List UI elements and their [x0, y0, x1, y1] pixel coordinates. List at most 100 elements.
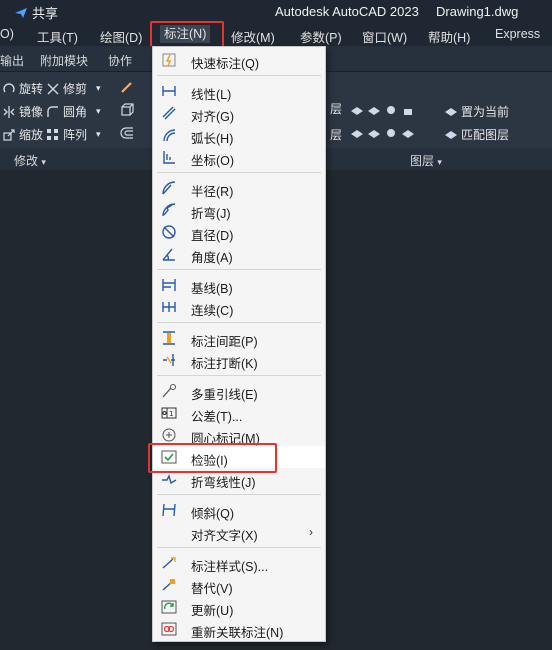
fillet-icon — [47, 105, 58, 117]
layer-previous-icon[interactable] — [350, 126, 364, 140]
menu-arc-length[interactable]: 弧长(H) — [153, 124, 325, 146]
menu-item-tools[interactable]: 工具(T) — [37, 27, 78, 46]
document-title: Drawing1.dwg — [436, 4, 519, 19]
menu-separator — [157, 547, 321, 548]
menu-label: 半径(R) — [191, 185, 234, 199]
menu-aligned[interactable]: 对齐(G) — [153, 102, 325, 124]
continue-icon — [162, 302, 176, 312]
menu-label: 标注间距(P) — [191, 335, 258, 349]
menu-label: 弧长(H) — [191, 132, 234, 146]
menu-continue[interactable]: 连续(C) — [153, 296, 325, 318]
menu-bar: O) 工具(T) 绘图(D) 标注(N) 修改(M) 参数(P) 窗口(W) 帮… — [0, 22, 552, 46]
layer-merge-icon[interactable] — [401, 126, 415, 140]
rotate-icon — [3, 82, 15, 92]
menu-jogged[interactable]: 折弯(J) — [153, 199, 325, 221]
angular-icon — [162, 248, 175, 261]
layer-freeze-icon[interactable] — [384, 103, 398, 117]
oblique-icon — [162, 503, 176, 517]
trim-tool[interactable]: 修剪 ▾ — [46, 80, 101, 97]
menu-item-parametric[interactable]: 参数(P) — [300, 27, 342, 46]
match-layer-icon — [445, 130, 457, 139]
linear-dimension-icon — [162, 86, 176, 96]
radius-icon — [162, 181, 176, 195]
rotate-tool[interactable]: 旋转 — [2, 80, 43, 97]
menu-oblique[interactable]: 倾斜(Q) — [153, 499, 325, 521]
menu-diameter[interactable]: 直径(D) — [153, 221, 325, 243]
menu-ordinate[interactable]: 坐标(O) — [153, 146, 325, 168]
menu-label: 倾斜(Q) — [191, 507, 235, 521]
menu-radius[interactable]: 半径(R) — [153, 177, 325, 199]
menu-item-modify[interactable]: 修改(M) — [231, 27, 275, 46]
menu-override[interactable]: 替代(V) — [153, 574, 325, 596]
chevron-down-icon: ▾ — [96, 106, 101, 116]
array-tool[interactable]: 阵列 ▾ — [46, 126, 101, 143]
menu-dimension-style[interactable]: 标注样式(S)... — [153, 552, 325, 574]
menu-label: 直径(D) — [191, 229, 234, 243]
offset-tool[interactable] — [120, 126, 134, 140]
pencil-tool[interactable] — [120, 80, 134, 94]
tab-addins[interactable]: 附加模块 — [40, 52, 88, 69]
layer-walk-icon[interactable] — [367, 126, 381, 140]
menu-label: 公差(T)... — [191, 410, 243, 424]
menu-update[interactable]: 更新(U) — [153, 596, 325, 618]
menu-baseline[interactable]: 基线(B) — [153, 274, 325, 296]
dimension-style-icon — [162, 557, 176, 569]
mirror-label: 镜像 — [19, 105, 44, 119]
menu-label: 线性(L) — [191, 88, 232, 102]
layer-panel-label[interactable]: 图层 ▾ — [410, 152, 442, 169]
menu-item-format[interactable]: O) — [0, 27, 14, 41]
match-layer-label: 匹配图层 — [461, 128, 510, 142]
share-button[interactable]: 共享 — [14, 3, 58, 22]
layer-isolate-icon[interactable] — [367, 103, 381, 117]
reassociate-icon — [161, 622, 177, 636]
menu-separator — [157, 75, 321, 76]
menu-reassociate[interactable]: 重新关联标注(N) — [153, 618, 325, 640]
offset-icon — [120, 127, 133, 139]
menu-align-text[interactable]: 对齐文字(X) › — [153, 521, 325, 543]
menu-label: 连续(C) — [191, 304, 234, 318]
quick-dimension-icon — [162, 53, 176, 67]
jogged-linear-icon — [162, 474, 177, 485]
menu-item-window[interactable]: 窗口(W) — [362, 27, 407, 46]
scale-icon — [3, 128, 15, 141]
baseline-icon — [162, 279, 176, 291]
cube-tool[interactable] — [120, 103, 134, 117]
layer-state-icon[interactable] — [350, 103, 364, 117]
ordinate-icon — [163, 151, 175, 164]
menu-dimension-break[interactable]: 标注打断(K) — [153, 349, 325, 371]
tolerance-icon: 1 — [161, 407, 177, 419]
scale-tool[interactable]: 缩放 — [2, 126, 43, 143]
arc-length-icon — [163, 129, 176, 142]
layer-lock-icon[interactable] — [401, 103, 415, 117]
menu-label: 快速标注(Q) — [191, 57, 260, 71]
update-icon — [161, 600, 177, 614]
menu-tolerance[interactable]: 1 公差(T)... — [153, 402, 325, 424]
tab-output[interactable]: 输出 — [0, 52, 24, 69]
fillet-tool[interactable]: 圆角 ▾ — [46, 103, 101, 120]
scale-label: 缩放 — [19, 128, 44, 142]
mirror-tool[interactable]: 镜像 — [2, 103, 43, 120]
dimension-space-icon — [163, 331, 175, 345]
menu-dimension-space[interactable]: 标注间距(P) — [153, 327, 325, 349]
partial-layer-tool-2[interactable]: 层 — [330, 126, 342, 143]
menu-separator — [157, 375, 321, 376]
match-layer-button[interactable]: 匹配图层 — [444, 126, 509, 143]
partial-layer-label: 层 — [330, 102, 343, 116]
menu-multileader[interactable]: 多重引线(E) — [153, 380, 325, 402]
dimension-dropdown-menu: 快速标注(Q) 线性(L) 对齐(G) 弧长(H) 坐标(O) 半径(R) 折弯… — [152, 46, 326, 642]
aligned-dimension-icon — [162, 106, 176, 120]
menu-item-express[interactable]: Express — [495, 27, 540, 41]
tab-collaborate[interactable]: 协作 — [108, 52, 132, 69]
menu-item-draw[interactable]: 绘图(D) — [100, 27, 142, 46]
chevron-down-icon: ▾ — [96, 129, 101, 139]
menu-linear[interactable]: 线性(L) — [153, 80, 325, 102]
modify-panel-label[interactable]: 修改 ▾ — [14, 152, 46, 169]
make-current-icon — [445, 107, 457, 116]
layer-settings-icon[interactable] — [384, 126, 398, 140]
menu-angular[interactable]: 角度(A) — [153, 243, 325, 265]
highlight-inspection-item — [148, 443, 277, 473]
menu-quick-dimension[interactable]: 快速标注(Q) — [153, 49, 325, 71]
menu-item-help[interactable]: 帮助(H) — [428, 27, 470, 46]
make-current-button[interactable]: 置为当前 — [444, 103, 509, 120]
partial-layer-tool[interactable]: 层 — [330, 100, 342, 117]
